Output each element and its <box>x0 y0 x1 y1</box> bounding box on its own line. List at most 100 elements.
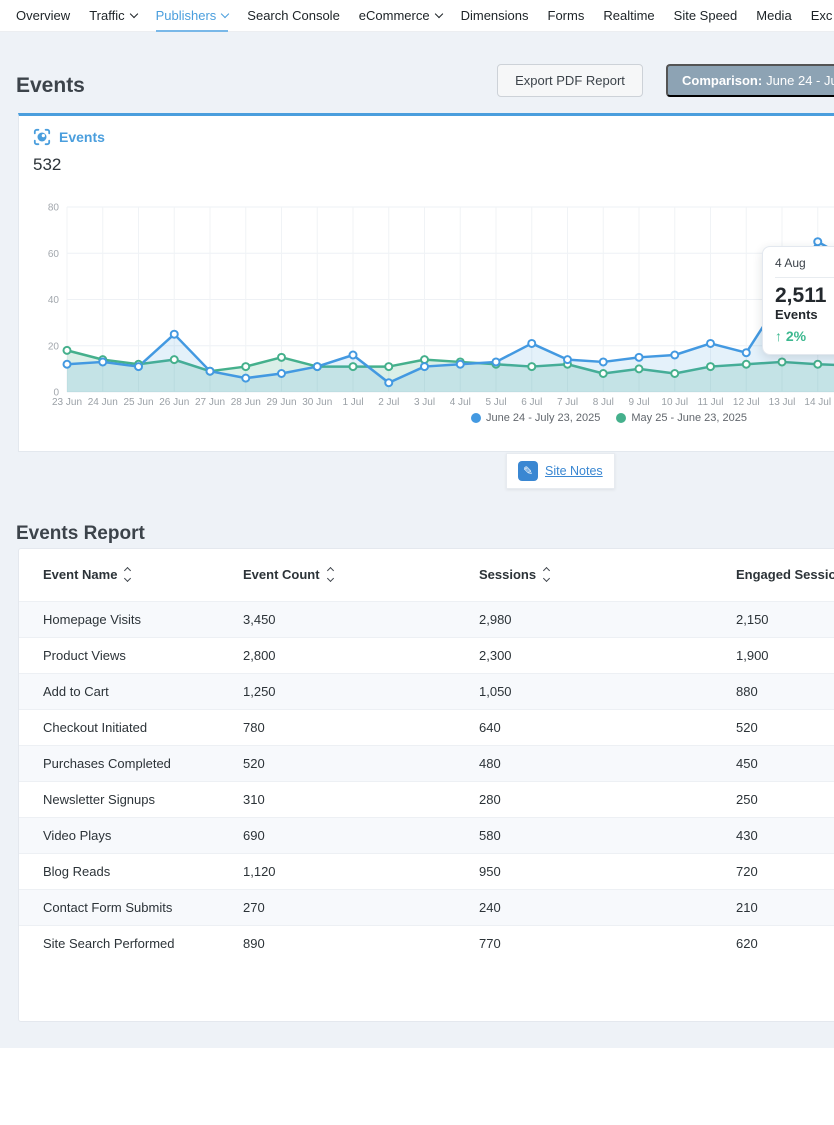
metric-cell: 720 <box>718 853 834 889</box>
chevron-down-icon <box>221 9 229 17</box>
table-row: Site Search Performed890770620 <box>19 925 834 961</box>
events-total-value: 532 <box>33 155 61 175</box>
metric-cell: 520 <box>242 745 478 781</box>
svg-text:6 Jul: 6 Jul <box>521 397 542 408</box>
nav-item-label: Publishers <box>156 8 217 23</box>
nav-item-dimensions[interactable]: Dimensions <box>461 0 529 32</box>
metric-cell: 2,980 <box>478 601 718 637</box>
metric-cell: 620 <box>718 925 834 961</box>
table-row: Video Plays690580430 <box>19 817 834 853</box>
metric-cell: 580 <box>478 817 718 853</box>
metric-cell: 240 <box>478 889 718 925</box>
table-row: Newsletter Signups310280250 <box>19 781 834 817</box>
svg-text:1 Jul: 1 Jul <box>342 397 363 408</box>
events-line-chart: 02040608023 Jun24 Jun25 Jun26 Jun27 Jun2… <box>19 199 834 429</box>
svg-text:10 Jul: 10 Jul <box>661 397 688 408</box>
column-header-event-name[interactable]: Event Name <box>19 549 242 601</box>
metric-cell: 1,050 <box>478 673 718 709</box>
metric-cell: 690 <box>242 817 478 853</box>
export-pdf-button[interactable]: Export PDF Report <box>497 64 643 97</box>
event-name-cell: Contact Form Submits <box>19 889 242 925</box>
site-notes-button[interactable]: ✎ Site Notes <box>506 453 615 489</box>
events-report-card: Event NameEvent Count SessionsEngaged Ses… <box>18 548 834 1022</box>
svg-text:24 Jun: 24 Jun <box>88 397 118 408</box>
site-notes-pencil-icon: ✎ <box>518 461 538 481</box>
event-name-cell: Video Plays <box>19 817 242 853</box>
nav-item-media[interactable]: Media <box>756 0 791 32</box>
column-header-event-count[interactable]: Event Count <box>242 549 478 601</box>
svg-text:26 Jun: 26 Jun <box>159 397 189 408</box>
metric-cell: 3,450 <box>242 601 478 637</box>
legend-label: June 24 - July 23, 2025 <box>486 412 600 424</box>
svg-text:28 Jun: 28 Jun <box>231 397 261 408</box>
column-header-label: Event Count <box>243 567 320 582</box>
chart-legend: June 24 - July 23, 2025 May 25 - June 23,… <box>471 412 747 424</box>
column-header-engaged-sessions[interactable]: Engaged Sessions <box>718 549 834 601</box>
site-notes-link[interactable]: Site Notes <box>545 464 603 478</box>
svg-text:8 Jul: 8 Jul <box>593 397 614 408</box>
svg-text:2 Jul: 2 Jul <box>378 397 399 408</box>
sort-icon[interactable] <box>544 568 549 581</box>
legend-dot-icon <box>471 413 481 423</box>
chart-area: 02040608023 Jun24 Jun25 Jun26 Jun27 Jun2… <box>19 199 834 429</box>
svg-text:14 Jul: 14 Jul <box>804 397 831 408</box>
event-name-cell: Checkout Initiated <box>19 709 242 745</box>
legend-label: May 25 - June 23, 2025 <box>631 412 747 424</box>
events-chart-card: Events 532 02040608023 Jun24 Jun25 Jun26… <box>18 113 834 452</box>
chevron-down-icon <box>434 9 442 17</box>
nav-item-label: eCommerce <box>359 8 430 23</box>
metric-cell: 2,800 <box>242 637 478 673</box>
svg-text:40: 40 <box>48 295 60 306</box>
legend-item[interactable]: May 25 - June 23, 2025 <box>616 412 747 424</box>
metric-cell: 250 <box>718 781 834 817</box>
legend-item[interactable]: June 24 - July 23, 2025 <box>471 412 600 424</box>
metric-cell: 780 <box>242 709 478 745</box>
svg-text:23 Jun: 23 Jun <box>52 397 82 408</box>
tooltip-metric: Events <box>775 307 834 322</box>
nav-item-ecommerce[interactable]: eCommerce <box>359 0 442 32</box>
nav-item-label: Exc <box>811 8 833 23</box>
nav-item-label: Traffic <box>89 8 124 23</box>
metric-cell: 2,300 <box>478 637 718 673</box>
nav-item-forms[interactable]: Forms <box>548 0 585 32</box>
nav-item-search-console[interactable]: Search Console <box>247 0 340 32</box>
event-name-cell: Purchases Completed <box>19 745 242 781</box>
nav-item-publishers[interactable]: Publishers <box>156 0 229 32</box>
nav-item-traffic[interactable]: Traffic <box>89 0 136 32</box>
svg-text:20: 20 <box>48 341 60 352</box>
metric-cell: 1,900 <box>718 637 834 673</box>
event-name-cell: Product Views <box>19 637 242 673</box>
table-row: Checkout Initiated780640520 <box>19 709 834 745</box>
tooltip-change: ↑ 2% <box>775 328 834 344</box>
table-row: Blog Reads1,120950720 <box>19 853 834 889</box>
svg-text:9 Jul: 9 Jul <box>628 397 649 408</box>
comparison-date-range-button[interactable]: Comparison: June 24 - Ju <box>666 64 834 97</box>
page-title: Events <box>16 74 85 98</box>
nav-item-label: Media <box>756 8 791 23</box>
sort-icon[interactable] <box>125 568 130 581</box>
table-row: Add to Cart1,2501,050880 <box>19 673 834 709</box>
nav-item-site-speed[interactable]: Site Speed <box>674 0 738 32</box>
nav-item-realtime[interactable]: Realtime <box>603 0 654 32</box>
nav-item-overview[interactable]: Overview <box>16 0 70 32</box>
column-header-sessions[interactable]: Sessions <box>478 549 718 601</box>
table-row: Homepage Visits3,4502,9802,150 <box>19 601 834 637</box>
events-report-table: Event NameEvent Count SessionsEngaged Ses… <box>19 549 834 961</box>
metric-cell: 1,250 <box>242 673 478 709</box>
metric-cell: 270 <box>242 889 478 925</box>
tooltip-date: 4 Aug <box>775 256 834 278</box>
svg-text:5 Jul: 5 Jul <box>485 397 506 408</box>
metric-cell: 950 <box>478 853 718 889</box>
svg-text:80: 80 <box>48 203 60 214</box>
events-icon <box>33 128 51 146</box>
chart-tooltip: 4 Aug 2,511 Events ↑ 2% <box>762 246 834 355</box>
metric-cell: 210 <box>718 889 834 925</box>
svg-text:4 Jul: 4 Jul <box>450 397 471 408</box>
chevron-down-icon <box>129 9 137 17</box>
nav-item-label: Search Console <box>247 8 340 23</box>
nav-item-exc[interactable]: Exc <box>811 0 833 32</box>
nav-item-label: Dimensions <box>461 8 529 23</box>
metric-cell: 1,120 <box>242 853 478 889</box>
sort-icon[interactable] <box>328 568 333 581</box>
comparison-range: June 24 - Ju <box>766 73 834 88</box>
